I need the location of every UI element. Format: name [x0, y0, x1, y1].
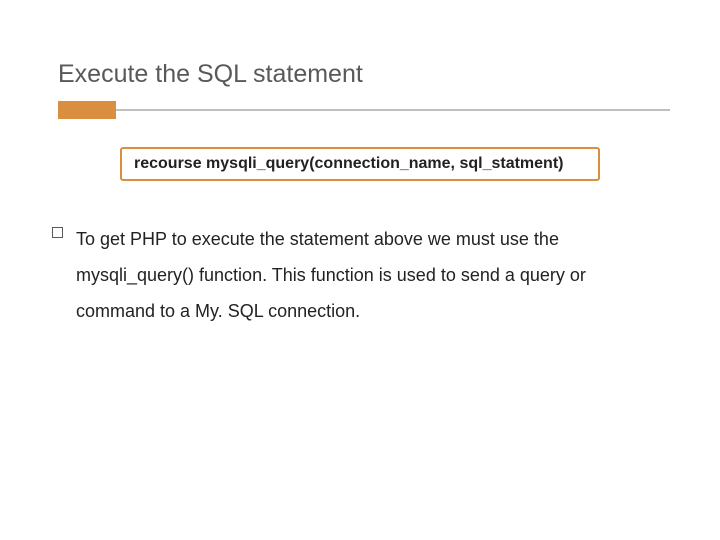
paragraph-text: To get PHP to execute the statement abov… [76, 229, 586, 321]
code-text: recourse mysqli_query(connection_name, s… [134, 155, 563, 172]
page-title: Execute the SQL statement [58, 60, 720, 89]
divider-line [116, 109, 670, 111]
square-bullet-icon [52, 227, 63, 238]
body-paragraph: To get PHP to execute the statement abov… [76, 221, 660, 329]
header: Execute the SQL statement [0, 0, 720, 89]
code-syntax-box: recourse mysqli_query(connection_name, s… [120, 147, 600, 181]
accent-block [58, 101, 116, 119]
